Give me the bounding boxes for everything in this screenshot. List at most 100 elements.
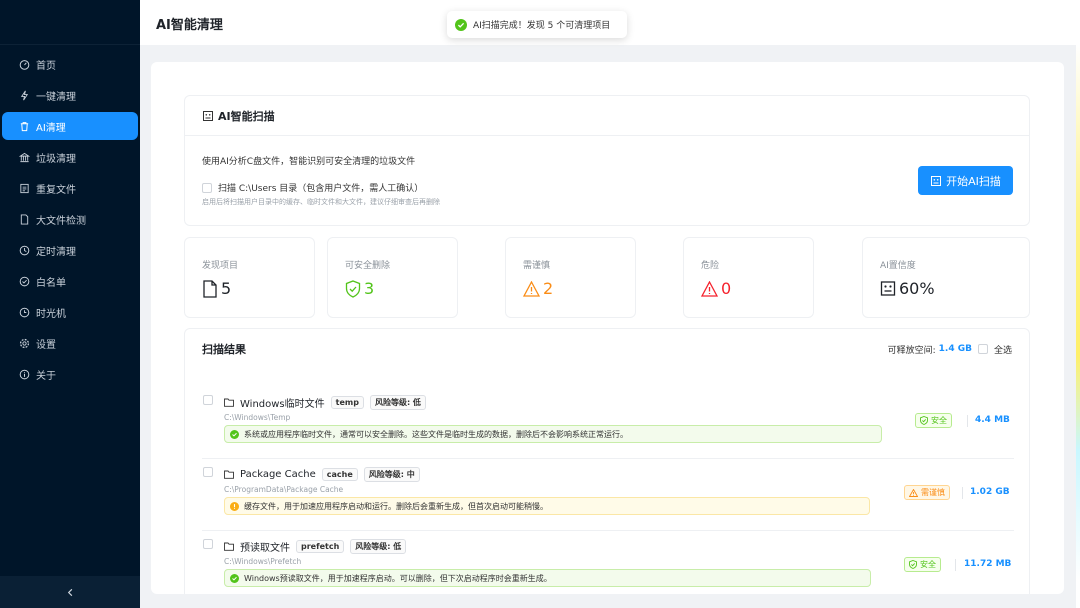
folder-icon bbox=[224, 542, 234, 551]
ai-scan-header: AI智能扫描 bbox=[185, 96, 1029, 136]
result-row: 预读取文件 prefetch 风险等级: 低 C:\Windows\Prefet… bbox=[202, 539, 1014, 594]
sidebar-item-whitelist[interactable]: 白名单 bbox=[2, 267, 138, 295]
sidebar-item-scheduled-clean[interactable]: 定时清理 bbox=[2, 236, 138, 264]
exclamation-circle-icon bbox=[230, 501, 239, 511]
stat-value: 3 bbox=[345, 279, 374, 298]
scan-users-hint: 启用后将扫描用户目录中的缓存、临时文件和大文件，建议仔细审查后再删除 bbox=[202, 198, 440, 206]
row-checkbox[interactable] bbox=[203, 539, 213, 549]
sidebar-item-label: AI清理 bbox=[36, 122, 66, 134]
result-path: C:\Windows\Prefetch bbox=[224, 557, 302, 566]
sidebar-item-duplicate-files[interactable]: 重复文件 bbox=[2, 174, 138, 202]
ai-scan-description: 使用AI分析C盘文件，智能识别可安全清理的垃圾文件 bbox=[202, 157, 416, 167]
ai-scan-title: AI智能扫描 bbox=[218, 109, 275, 123]
stat-value: 2 bbox=[523, 279, 553, 298]
result-row: Windows临时文件 temp 风险等级: 低 C:\Windows\Temp… bbox=[202, 395, 1014, 459]
sidebar-item-one-click-clean[interactable]: 一键清理 bbox=[2, 81, 138, 109]
select-all-checkbox[interactable] bbox=[977, 344, 988, 354]
scan-results-header: 扫描结果 可释放空间: 1.4 GB 全选 bbox=[185, 329, 1029, 369]
folder-icon bbox=[224, 470, 234, 479]
result-name: 预读取文件 prefetch 风险等级: 低 bbox=[224, 539, 412, 554]
status-text: 安全 bbox=[931, 416, 947, 425]
sidebar-item-settings[interactable]: 设置 bbox=[2, 329, 138, 357]
dashboard-icon bbox=[18, 58, 30, 70]
result-type-tag: temp bbox=[330, 396, 364, 409]
result-size: 1.02 GB bbox=[970, 487, 1010, 497]
row-checkbox[interactable] bbox=[203, 467, 213, 477]
result-path: C:\ProgramData\Package Cache bbox=[224, 485, 344, 494]
info-icon bbox=[18, 368, 30, 380]
result-title: 预读取文件 bbox=[240, 543, 290, 554]
stat-number: 3 bbox=[364, 279, 375, 298]
status-text: 安全 bbox=[920, 560, 936, 569]
sidebar-item-home[interactable]: 首页 bbox=[2, 50, 138, 78]
start-ai-scan-button[interactable]: 开始AI扫描 bbox=[918, 166, 1013, 195]
result-name: Windows临时文件 temp 风险等级: 低 bbox=[224, 395, 432, 410]
file-icon bbox=[18, 213, 30, 225]
clock-icon bbox=[18, 244, 30, 256]
risk-level-tag: 风险等级: 低 bbox=[369, 395, 426, 410]
risk-level-tag: 风险等级: 低 bbox=[350, 539, 407, 554]
result-title: Windows临时文件 bbox=[240, 399, 325, 410]
sidebar-item-junk-clean[interactable]: 垃圾清理 bbox=[2, 143, 138, 171]
stat-number: 60% bbox=[899, 279, 935, 298]
status-badge: 需谨慎 bbox=[904, 485, 950, 500]
stat-safe-delete: 可安全删除 3 bbox=[327, 237, 458, 318]
free-space-value: 1.4 GB bbox=[938, 344, 972, 354]
check-circle-icon bbox=[230, 573, 239, 583]
result-type-tag: cache bbox=[321, 468, 358, 481]
sidebar-item-label: 一键清理 bbox=[36, 91, 76, 103]
result-description: Windows预读取文件，用于加速程序启动。可以删除，但下次启动程序时会重新生成… bbox=[224, 569, 871, 587]
result-name: Package Cache cache 风险等级: 中 bbox=[224, 467, 426, 482]
check-circle-icon bbox=[230, 429, 239, 439]
sidebar-item-label: 重复文件 bbox=[36, 184, 76, 196]
trash-icon bbox=[18, 120, 30, 132]
sidebar-nav: 首页 一键清理 AI清理 垃圾清理 重复文件 大文件检测 定时清理 白名单 时光… bbox=[0, 45, 140, 388]
safety-icon bbox=[920, 416, 928, 425]
result-path: C:\Windows\Temp bbox=[224, 413, 291, 422]
result-description-text: Windows预读取文件，用于加速程序启动。可以删除，但下次启动程序时会重新生成… bbox=[244, 573, 552, 583]
chevron-left-icon bbox=[66, 588, 75, 597]
scan-results-title: 扫描结果 bbox=[202, 343, 246, 356]
free-space-label: 可释放空间: bbox=[887, 345, 936, 356]
sidebar-item-label: 首页 bbox=[36, 60, 56, 72]
sidebar-brand bbox=[0, 0, 140, 45]
stat-number: 0 bbox=[721, 279, 732, 298]
stat-label: 危险 bbox=[701, 261, 720, 271]
sidebar-item-large-files[interactable]: 大文件检测 bbox=[2, 205, 138, 233]
start-ai-scan-label: 开始AI扫描 bbox=[946, 174, 1001, 188]
sidebar-item-label: 定时清理 bbox=[36, 246, 76, 258]
shield-check-icon bbox=[18, 275, 30, 287]
folder-icon bbox=[224, 398, 234, 407]
result-title: Package Cache bbox=[240, 469, 316, 480]
sidebar-item-about[interactable]: 关于 bbox=[2, 360, 138, 388]
stat-value: 5 bbox=[202, 279, 231, 298]
status-badge: 安全 bbox=[915, 413, 952, 428]
sidebar-collapse-button[interactable] bbox=[0, 576, 140, 608]
scan-users-option[interactable]: 扫描 C:\Users 目录（包含用户文件，需人工确认） bbox=[202, 181, 423, 194]
scan-results-summary: 可释放空间: 1.4 GB 全选 bbox=[888, 343, 1012, 356]
scan-users-label: 扫描 C:\Users 目录（包含用户文件，需人工确认） bbox=[218, 184, 424, 194]
sidebar-item-label: 白名单 bbox=[36, 277, 66, 289]
check-circle-icon bbox=[455, 18, 467, 31]
sidebar-item-ai-clean[interactable]: AI清理 bbox=[2, 112, 138, 140]
sidebar-item-time-machine[interactable]: 时光机 bbox=[2, 298, 138, 326]
divider bbox=[955, 559, 956, 571]
stat-label: 发现项目 bbox=[202, 261, 239, 271]
row-checkbox[interactable] bbox=[203, 395, 213, 405]
scroll-accent bbox=[1076, 45, 1080, 608]
robot-icon bbox=[880, 280, 896, 297]
warning-icon bbox=[523, 280, 540, 297]
stat-number: 5 bbox=[221, 279, 232, 298]
scan-results-panel: 扫描结果 可释放空间: 1.4 GB 全选 Windows临时文件 temp 风… bbox=[184, 328, 1030, 594]
stat-caution: 需谨慎 2 bbox=[505, 237, 636, 318]
result-row: Package Cache cache 风险等级: 中 C:\ProgramDa… bbox=[202, 467, 1014, 531]
select-all-label[interactable]: 全选 bbox=[994, 343, 1012, 356]
stat-value: 60% bbox=[880, 279, 935, 298]
scan-users-checkbox[interactable] bbox=[202, 182, 212, 193]
main-card: AI智能扫描 使用AI分析C盘文件，智能识别可安全清理的垃圾文件 扫描 C:\U… bbox=[151, 62, 1064, 594]
stat-label: AI置信度 bbox=[880, 261, 916, 271]
ai-scan-panel: AI智能扫描 使用AI分析C盘文件，智能识别可安全清理的垃圾文件 扫描 C:\U… bbox=[184, 95, 1030, 226]
stat-danger: 危险 0 bbox=[683, 237, 814, 318]
page-title: AI智能清理 bbox=[156, 18, 223, 33]
stat-number: 2 bbox=[543, 279, 554, 298]
